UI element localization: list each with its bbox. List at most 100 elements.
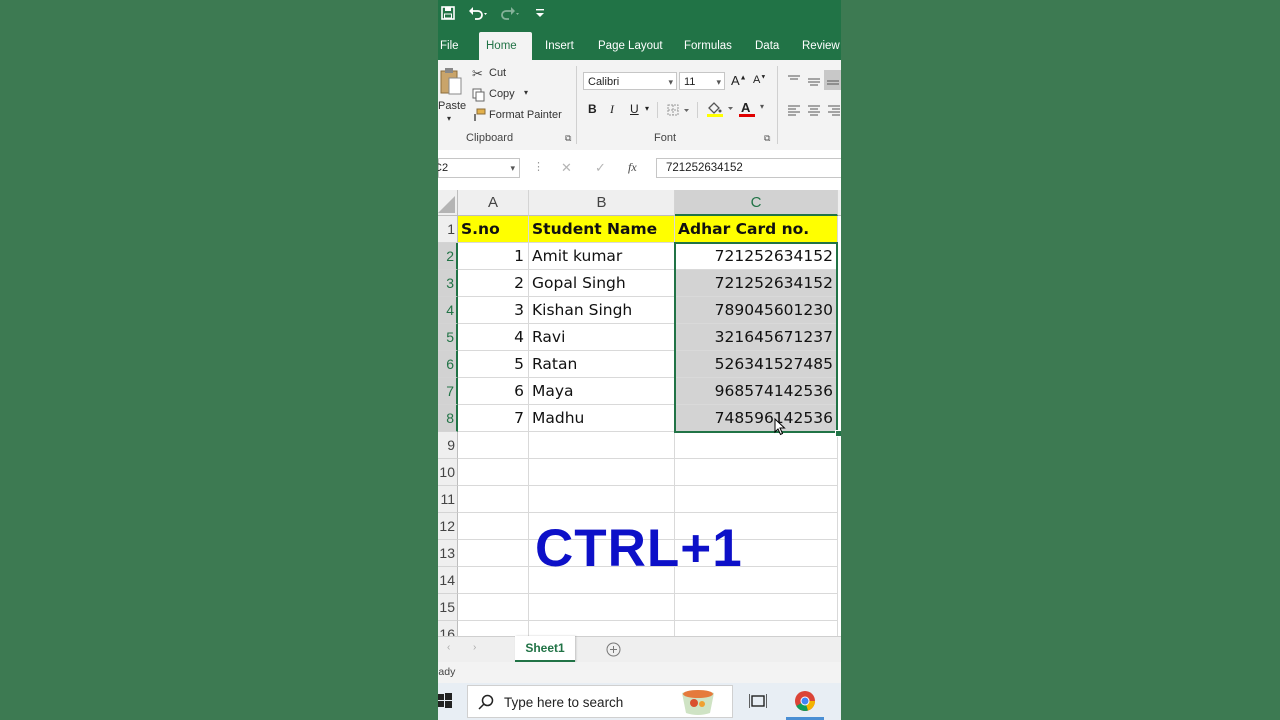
row-header[interactable]: 6 <box>438 351 458 378</box>
empty-cell[interactable] <box>529 486 675 513</box>
tab-formulas[interactable]: Formulas <box>684 32 732 60</box>
empty-cell[interactable] <box>675 594 838 621</box>
align-top-icon[interactable] <box>787 72 801 90</box>
customize-qat-icon[interactable] <box>535 6 545 24</box>
row-header[interactable]: 3 <box>438 270 458 297</box>
tab-insert[interactable]: Insert <box>545 32 574 60</box>
save-icon[interactable] <box>441 6 455 25</box>
empty-cell[interactable] <box>529 432 675 459</box>
task-view-icon[interactable] <box>748 693 768 714</box>
cell-sno[interactable]: 3 <box>458 297 529 324</box>
redo-icon[interactable] <box>500 6 522 25</box>
format-painter-button[interactable]: Format Painter <box>472 108 582 124</box>
tab-page-layout[interactable]: Page Layout <box>598 32 663 60</box>
cell-sno[interactable]: 6 <box>458 378 529 405</box>
column-header-b[interactable]: B <box>529 190 675 216</box>
empty-cell[interactable] <box>458 621 529 636</box>
cell-sno[interactable]: 1 <box>458 243 529 270</box>
header-cell-student-name[interactable]: Student Name <box>529 216 675 243</box>
font-size-select[interactable]: 11 ▾ <box>679 72 725 90</box>
row-header[interactable]: 1 <box>438 216 458 243</box>
fill-color-button[interactable] <box>706 100 736 123</box>
name-box[interactable]: C2 ▾ <box>438 158 520 178</box>
row-header[interactable]: 9 <box>438 432 458 459</box>
empty-cell[interactable] <box>675 459 838 486</box>
empty-cell[interactable] <box>529 621 675 636</box>
row-header[interactable]: 8 <box>438 405 458 432</box>
tab-home[interactable]: Home <box>479 32 532 60</box>
font-launcher-icon[interactable]: ⧉ <box>764 133 770 144</box>
spreadsheet-grid[interactable]: A B C 1 2 3 4 5 6 7 8 9 10 11 12 13 14 1… <box>438 190 841 636</box>
paste-dropdown-icon[interactable]: ▾ <box>447 114 451 123</box>
clipboard-launcher-icon[interactable]: ⧉ <box>565 133 571 144</box>
row-header[interactable]: 4 <box>438 297 458 324</box>
fill-handle[interactable] <box>835 430 841 437</box>
row-header[interactable]: 13 <box>438 540 458 567</box>
row-header[interactable]: 5 <box>438 324 458 351</box>
empty-cell[interactable] <box>675 486 838 513</box>
empty-cell[interactable] <box>458 594 529 621</box>
tab-review[interactable]: Review <box>802 32 840 60</box>
cell-adhar[interactable]: 968574142536 <box>675 378 838 405</box>
empty-cell[interactable] <box>675 621 838 636</box>
formula-input[interactable]: 721252634152 <box>656 158 841 178</box>
paste-button[interactable]: Paste ▾ <box>438 66 468 128</box>
column-header-c[interactable]: C <box>675 190 838 216</box>
header-cell-adhar[interactable]: Adhar Card no. <box>675 216 838 243</box>
row-header[interactable]: 10 <box>438 459 458 486</box>
cell-adhar[interactable]: 321645671237 <box>675 324 838 351</box>
insert-function-icon[interactable]: fx <box>628 160 637 175</box>
grow-font-button[interactable]: A▲ <box>731 73 747 88</box>
row-header[interactable]: 7 <box>438 378 458 405</box>
cell-adhar[interactable]: 721252634152 <box>675 270 838 297</box>
select-all-corner[interactable] <box>438 190 458 216</box>
row-header[interactable]: 14 <box>438 567 458 594</box>
font-color-button[interactable]: A ▾ <box>738 100 768 118</box>
column-header-a[interactable]: A <box>458 190 529 216</box>
cell-adhar[interactable]: 789045601230 <box>675 297 838 324</box>
empty-cell[interactable] <box>529 594 675 621</box>
empty-cell[interactable] <box>529 459 675 486</box>
column-header-d[interactable] <box>838 190 841 216</box>
empty-cell[interactable] <box>458 540 529 567</box>
cell-student-name[interactable]: Madhu <box>529 405 675 432</box>
row-header[interactable]: 15 <box>438 594 458 621</box>
align-center-icon[interactable] <box>807 104 821 122</box>
align-right-icon[interactable] <box>827 104 841 122</box>
cell-sno[interactable]: 2 <box>458 270 529 297</box>
windows-start-icon[interactable] <box>438 693 452 714</box>
scroll-right-icon[interactable]: › <box>473 642 476 653</box>
scroll-left-icon[interactable]: ‹ <box>447 642 450 653</box>
italic-button[interactable]: I <box>610 102 614 117</box>
cut-button[interactable]: ✂ Cut <box>472 66 572 82</box>
align-left-icon[interactable] <box>787 104 801 122</box>
tab-data[interactable]: Data <box>755 32 779 60</box>
empty-cell[interactable] <box>458 432 529 459</box>
taskbar-search-box[interactable]: Type here to search <box>467 685 733 718</box>
empty-cell[interactable] <box>458 486 529 513</box>
add-sheet-icon[interactable] <box>606 642 621 662</box>
row-header[interactable]: 2 <box>438 243 458 270</box>
cell-adhar-active[interactable]: 721252634152 <box>675 243 838 270</box>
empty-cell[interactable] <box>458 513 529 540</box>
tab-file[interactable]: File <box>440 32 459 60</box>
header-cell-sno[interactable]: S.no <box>458 216 529 243</box>
copy-button[interactable]: Copy ▾ <box>472 87 572 103</box>
bold-button[interactable]: B <box>588 102 597 116</box>
font-name-select[interactable]: Calibri ▾ <box>583 72 677 90</box>
underline-button[interactable]: U <box>630 102 639 116</box>
row-header[interactable]: 11 <box>438 486 458 513</box>
chrome-icon[interactable] <box>794 690 816 717</box>
cell-sno[interactable]: 4 <box>458 324 529 351</box>
undo-icon[interactable] <box>468 6 490 25</box>
borders-button[interactable] <box>667 103 691 121</box>
empty-cell[interactable] <box>458 459 529 486</box>
underline-dropdown-icon[interactable]: ▾ <box>645 104 649 113</box>
empty-cell[interactable] <box>675 432 838 459</box>
cancel-icon[interactable]: ✕ <box>561 160 572 176</box>
cell-student-name[interactable]: Ravi <box>529 324 675 351</box>
enter-icon[interactable]: ✓ <box>595 160 606 176</box>
row-header[interactable]: 12 <box>438 513 458 540</box>
cell-student-name[interactable]: Amit kumar <box>529 243 675 270</box>
cell-student-name[interactable]: Maya <box>529 378 675 405</box>
